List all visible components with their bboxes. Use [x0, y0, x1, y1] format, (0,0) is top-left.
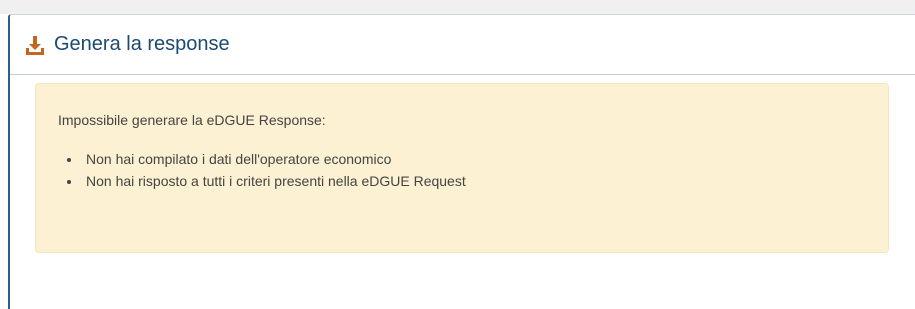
alert-message: Impossibile generare la eDGUE Response: — [58, 112, 326, 128]
download-icon — [24, 34, 46, 56]
page: Genera la response Impossibile generare … — [0, 0, 915, 309]
panel-title: Genera la response — [54, 33, 230, 55]
list-item: Non hai risposto a tutti i criteri prese… — [82, 170, 866, 192]
warning-alert: Impossibile generare la eDGUE Response: … — [35, 83, 889, 253]
panel-header: Genera la response — [10, 15, 915, 75]
list-item: Non hai compilato i dati dell'operatore … — [82, 148, 866, 170]
issue-list: Non hai compilato i dati dell'operatore … — [58, 148, 866, 192]
top-strip — [0, 0, 915, 14]
